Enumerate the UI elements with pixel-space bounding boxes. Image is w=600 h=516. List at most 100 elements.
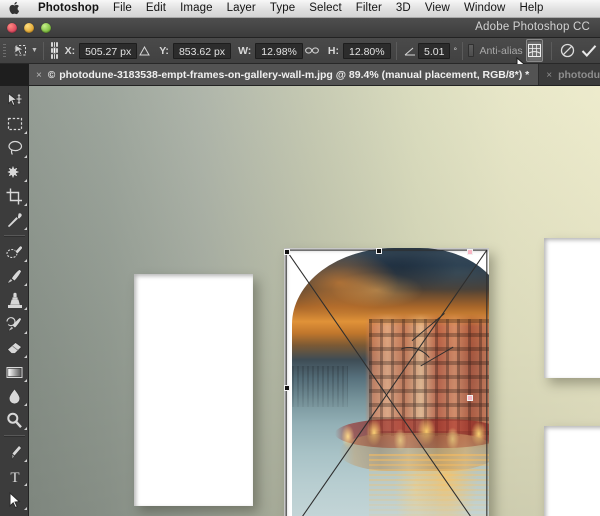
picture-frame-right-bottom[interactable]: [544, 426, 600, 516]
window-title-bar: Adobe Photoshop CC: [0, 18, 600, 38]
y-field-label: Y:: [159, 44, 169, 57]
window-controls: [7, 23, 51, 33]
tool-expand-triangle: [24, 403, 27, 406]
picture-frame-right-top[interactable]: [544, 238, 600, 378]
menu-item-3d[interactable]: 3D: [389, 0, 418, 17]
free-transform-tool-icon[interactable]: [12, 40, 31, 62]
tools-divider-1: [3, 235, 25, 237]
crop-tool[interactable]: [0, 184, 29, 208]
tool-expand-triangle: [24, 379, 27, 382]
tab-close-icon-2[interactable]: ×: [546, 70, 552, 81]
gradient-tool[interactable]: [0, 360, 29, 384]
clone-stamp-tool[interactable]: [0, 288, 29, 312]
tools-divider-2: [3, 435, 25, 437]
menu-item-edit[interactable]: Edit: [139, 0, 173, 17]
tab-color-profile-icon: ©: [47, 69, 56, 81]
eyedropper-tool[interactable]: [0, 208, 29, 232]
rectangular-marquee-tool[interactable]: [0, 112, 29, 136]
tools-panel: T: [0, 86, 29, 516]
chevron-down-icon[interactable]: ▼: [31, 38, 38, 64]
delta-triangle-icon[interactable]: [139, 45, 151, 56]
degree-symbol: °: [453, 45, 458, 56]
menu-item-window[interactable]: Window: [457, 0, 513, 17]
tab-gallery-wall[interactable]: × © photodune-3183538-empt-frames-on-gal…: [29, 64, 540, 85]
tool-expand-triangle: [24, 355, 27, 358]
path-selection-tool[interactable]: [0, 488, 29, 512]
menu-item-layer[interactable]: Layer: [220, 0, 263, 17]
h-field-label: H:: [327, 44, 339, 57]
close-window-button[interactable]: [7, 23, 17, 33]
brush-tool[interactable]: [0, 264, 29, 288]
zoom-window-button[interactable]: [41, 23, 51, 33]
tab-label-2: photodune-879839-: [558, 69, 600, 81]
height-percent-input[interactable]: 12.80%: [343, 42, 391, 59]
menu-item-select[interactable]: Select: [302, 0, 349, 17]
blur-tool[interactable]: [0, 384, 29, 408]
menu-item-filter[interactable]: Filter: [349, 0, 389, 17]
apple-logo-icon[interactable]: [8, 0, 21, 15]
venice-canal-sunset-photo[interactable]: [284, 248, 489, 516]
pen-tool[interactable]: [0, 440, 29, 464]
minimize-window-button[interactable]: [24, 23, 34, 33]
dodge-tool[interactable]: [0, 408, 29, 432]
options-divider-2: [395, 41, 397, 60]
history-brush-tool[interactable]: [0, 312, 29, 336]
link-chain-icon[interactable]: [304, 46, 319, 55]
commit-transform-button[interactable]: [581, 40, 597, 61]
quick-selection-tool[interactable]: [0, 160, 29, 184]
menu-item-help[interactable]: Help: [512, 0, 550, 17]
document-canvas[interactable]: [29, 86, 600, 516]
type-tool[interactable]: T: [0, 464, 29, 488]
spot-healing-brush-tool[interactable]: [0, 240, 29, 264]
x-field-label: X:: [64, 44, 76, 57]
menu-item-file[interactable]: File: [106, 0, 139, 17]
options-divider-3: [462, 41, 464, 60]
tool-expand-triangle: [24, 307, 27, 310]
mac-menu-bar: Photoshop File Edit Image Layer Type Select Fil…: [0, 0, 600, 18]
lasso-tool[interactable]: [0, 136, 29, 160]
menu-item-list: Photoshop File Edit Image Layer Type Select Fil…: [31, 0, 551, 17]
picture-frame-left[interactable]: [134, 274, 253, 506]
tool-expand-triangle: [24, 331, 27, 334]
menu-item-type[interactable]: Type: [263, 0, 302, 17]
application-title: Adobe Photoshop CC: [475, 21, 590, 33]
tool-expand-triangle: [24, 427, 27, 430]
photoshop-window: Photoshop File Edit Image Layer Type Select Fil…: [0, 0, 600, 516]
tab-close-icon[interactable]: ×: [36, 70, 42, 81]
cancel-transform-button[interactable]: [560, 40, 575, 61]
tool-expand-triangle: [24, 459, 27, 462]
options-bar-grip[interactable]: [0, 37, 9, 64]
menu-item-view[interactable]: View: [418, 0, 457, 17]
x-position-input[interactable]: 505.27 px: [79, 42, 138, 59]
tab-photodune-879839[interactable]: × photodune-879839-: [539, 64, 600, 85]
y-position-input[interactable]: 853.62 px: [172, 42, 232, 59]
document-tab-bar: × © photodune-3183538-empt-frames-on-gal…: [29, 64, 600, 86]
frame-right-bottom-mat: [544, 426, 600, 516]
toggle-warp-mode-button[interactable]: [525, 39, 543, 62]
artwork-image-layer: [292, 248, 489, 516]
menu-item-image[interactable]: Image: [173, 0, 219, 17]
width-percent-input[interactable]: 12.98%: [255, 42, 303, 59]
tool-expand-triangle: [24, 179, 27, 182]
reference-point-locator[interactable]: [51, 42, 58, 59]
picture-frame-center-active[interactable]: [284, 248, 489, 516]
anti-alias-checkbox[interactable]: [468, 44, 475, 57]
options-divider: [42, 41, 45, 60]
move-tool[interactable]: [0, 88, 29, 112]
tool-expand-triangle: [24, 507, 27, 510]
angle-triangle-icon[interactable]: [404, 46, 416, 56]
custom-shape-tool[interactable]: [0, 512, 29, 516]
menu-item-photoshop[interactable]: Photoshop: [31, 0, 106, 17]
options-bar: ▼ X: 505.27 px Y: 853.62 px W: 12.98% H:…: [0, 37, 600, 64]
rotation-angle-input[interactable]: 5.01: [418, 42, 451, 59]
frame-right-top-mat: [544, 238, 600, 378]
anti-alias-label: Anti-alias: [479, 44, 523, 57]
tool-expand-triangle: [24, 155, 27, 158]
svg-text:T: T: [10, 470, 19, 484]
tool-expand-triangle: [24, 131, 27, 134]
tool-expand-triangle: [24, 227, 27, 230]
tool-expand-triangle: [24, 483, 27, 486]
artwork-water-reflections: [368, 453, 489, 516]
eraser-tool[interactable]: [0, 336, 29, 360]
tool-expand-triangle: [24, 203, 27, 206]
